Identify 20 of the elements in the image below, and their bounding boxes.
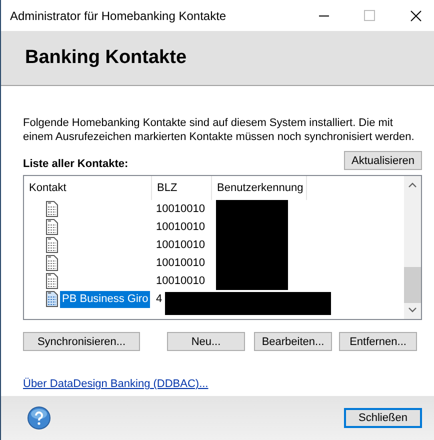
table-cell: 10010010	[156, 275, 205, 287]
table-cell: 10010010	[156, 257, 205, 269]
list-label: Liste aller Kontakte:	[23, 158, 128, 170]
table-cell: 10010010	[156, 221, 205, 233]
window-title: Administrator für Homebanking Kontakte	[10, 8, 226, 22]
table-cell: 10010010	[156, 203, 205, 215]
action-button[interactable]: Bearbeiten...	[254, 332, 332, 351]
about-link[interactable]: Über DataDesign Banking (DDBAC)...	[23, 378, 208, 390]
refresh-button[interactable]: Aktualisieren	[344, 151, 422, 170]
action-button[interactable]: Entfernen...	[339, 332, 417, 351]
header-title: Banking Kontakte	[25, 47, 187, 69]
column-header[interactable]: BLZ	[152, 176, 212, 200]
description-text: Folgende Homebanking Kontakte sind auf diesem System installiert. Die mit einem Ausrufezeichen markierten Kontakte müssen noch synchronisiert werden.	[23, 116, 416, 144]
action-button[interactable]: Synchronisieren...	[23, 332, 140, 351]
table-cell: 4	[156, 293, 162, 305]
close-button[interactable]: Schließen	[344, 408, 422, 428]
action-button[interactable]: Neu...	[167, 332, 245, 351]
column-header[interactable]: Kontakt	[24, 176, 152, 200]
contact-name[interactable]: PB Business Giro	[60, 290, 150, 308]
table-cell: 10010010	[156, 239, 205, 251]
